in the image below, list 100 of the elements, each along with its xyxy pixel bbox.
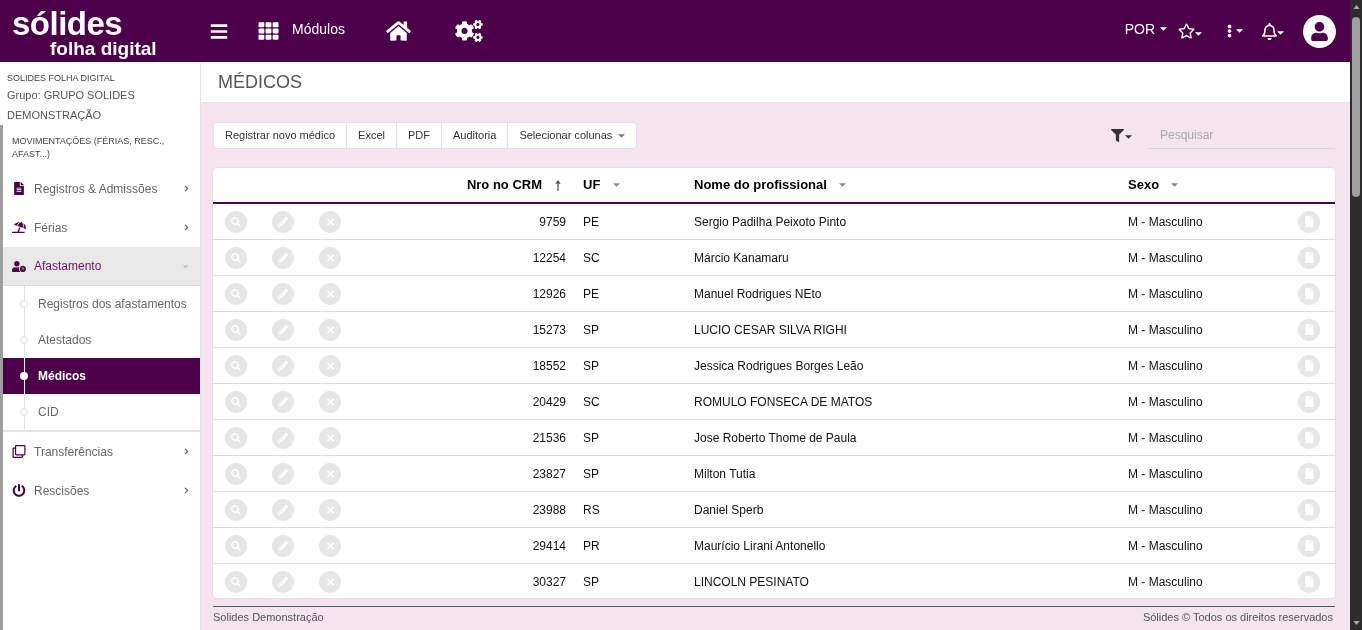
x-icon[interactable] — [319, 318, 341, 341]
pencil-icon[interactable] — [272, 390, 294, 413]
modules-link[interactable]: Módulos — [292, 18, 345, 40]
document-icon[interactable] — [1298, 282, 1320, 305]
x-icon[interactable] — [319, 462, 341, 485]
page-title: MÉDICOS — [218, 70, 302, 94]
caret-icon[interactable] — [1125, 135, 1132, 139]
tree-node-icon — [20, 300, 28, 308]
columns-dropdown[interactable]: Selecionar colunas — [507, 122, 638, 149]
scroll-up-icon[interactable] — [1352, 5, 1360, 9]
scrollbar[interactable] — [1350, 0, 1362, 630]
search-icon[interactable] — [225, 246, 247, 269]
pencil-icon[interactable] — [272, 570, 294, 593]
search-field[interactable]: Pesquisar — [1149, 122, 1335, 149]
document-icon[interactable] — [1298, 210, 1320, 233]
search-icon[interactable] — [225, 534, 247, 557]
x-icon[interactable] — [319, 246, 341, 269]
sidebar-subitem[interactable]: Atestados — [3, 322, 200, 358]
x-icon[interactable] — [319, 354, 341, 377]
search-icon[interactable] — [225, 390, 247, 413]
document-icon[interactable] — [1298, 426, 1320, 449]
document-icon[interactable] — [1298, 354, 1320, 377]
document-icon[interactable] — [1298, 498, 1320, 521]
table-cell-text: 20429 — [531, 393, 567, 411]
search-icon[interactable] — [225, 282, 247, 305]
search-icon[interactable] — [225, 426, 247, 449]
table-cell-text: M - Masculino — [1127, 537, 1204, 555]
table-cell-text: 9759 — [538, 213, 567, 231]
document-icon[interactable] — [1298, 462, 1320, 485]
x-icon[interactable] — [319, 498, 341, 521]
x-icon[interactable] — [319, 534, 341, 557]
column-header[interactable]: UF — [583, 175, 601, 195]
grid-icon[interactable] — [257, 21, 280, 41]
pencil-icon[interactable] — [272, 282, 294, 305]
table-cell-text: PE — [582, 213, 600, 231]
document-icon[interactable] — [1298, 246, 1320, 269]
chevron-right-icon — [184, 224, 189, 231]
sidebar-item[interactable]: Rescisões — [3, 471, 200, 510]
section-heading: MOVIMENTAÇÕES (FÉRIAS, RESC., AFAST...) — [11, 135, 166, 161]
search-icon[interactable] — [225, 498, 247, 521]
language-dropdown[interactable]: POR — [1124, 18, 1167, 40]
pencil-icon[interactable] — [272, 498, 294, 521]
search-icon[interactable] — [225, 210, 247, 233]
sidebar-item[interactable]: Transferências — [3, 432, 200, 471]
pencil-icon[interactable] — [272, 354, 294, 377]
search-icon[interactable] — [225, 318, 247, 341]
sidebar-subitem[interactable]: Registros dos afastamentos — [3, 286, 200, 322]
scroll-down-icon[interactable] — [1352, 621, 1360, 625]
sidebar-subitem[interactable]: CID — [3, 394, 200, 430]
toolbar-button[interactable]: Excel — [346, 122, 397, 149]
sidebar-item[interactable]: Registros & Admissões — [3, 169, 200, 208]
x-icon[interactable] — [319, 210, 341, 233]
toolbar-button[interactable]: Registrar novo médico — [213, 122, 348, 149]
notification-bell-icon[interactable] — [1262, 22, 1277, 40]
table-cell-text: 12254 — [531, 249, 567, 267]
caret-icon[interactable] — [1236, 29, 1243, 33]
menu-icon[interactable] — [208, 21, 230, 41]
toolbar-button[interactable]: PDF — [395, 122, 442, 149]
scrollbar-thumb[interactable] — [1352, 17, 1360, 197]
home-icon[interactable] — [385, 20, 411, 42]
document-icon[interactable] — [1298, 390, 1320, 413]
search-icon[interactable] — [225, 462, 247, 485]
sidebar-item[interactable]: Afastamento — [3, 247, 200, 286]
caret-icon[interactable] — [1195, 32, 1202, 36]
star-icon[interactable] — [1178, 23, 1195, 39]
x-icon[interactable] — [319, 570, 341, 593]
filter-icon[interactable] — [1111, 129, 1124, 142]
pencil-icon[interactable] — [272, 210, 294, 233]
settings-icon[interactable] — [454, 20, 483, 42]
group-name: Grupo: GRUPO SOLIDES DEMONSTRAÇÃO — [7, 88, 136, 123]
pencil-icon[interactable] — [272, 246, 294, 269]
toolbar-button[interactable]: Auditoria — [440, 122, 509, 149]
document-icon[interactable] — [1298, 570, 1320, 593]
pencil-icon[interactable] — [272, 534, 294, 557]
caret-icon[interactable] — [1277, 30, 1284, 35]
table-cell-text: Jessica Rodrigues Borges Leão — [693, 357, 865, 375]
sidebar-item[interactable]: Férias — [3, 208, 200, 247]
x-icon[interactable] — [319, 282, 341, 305]
avatar-icon[interactable] — [1303, 14, 1336, 48]
table-cell-text: Milton Tutia — [693, 465, 757, 483]
kebab-menu-icon[interactable] — [1227, 24, 1232, 38]
document-icon[interactable] — [1298, 318, 1320, 341]
document-icon[interactable] — [1298, 534, 1320, 557]
column-header[interactable]: Nro no CRM — [466, 175, 542, 195]
table-cell-text: M - Masculino — [1127, 501, 1204, 519]
caret-icon[interactable] — [1160, 27, 1167, 31]
column-header[interactable]: Sexo — [1128, 175, 1160, 195]
table-cell-text: M - Masculino — [1127, 573, 1204, 591]
pencil-icon[interactable] — [272, 426, 294, 449]
x-icon[interactable] — [319, 426, 341, 449]
table-cell-text: 18552 — [531, 357, 567, 375]
sort-ascending-icon[interactable] — [555, 179, 561, 191]
app-name: SOLIDES FOLHA DIGITAL — [7, 72, 116, 84]
column-header[interactable]: Nome do profissional — [694, 175, 827, 195]
sidebar-subitem[interactable]: Médicos — [3, 358, 200, 394]
pencil-icon[interactable] — [272, 462, 294, 485]
pencil-icon[interactable] — [272, 318, 294, 341]
search-icon[interactable] — [225, 354, 247, 377]
search-icon[interactable] — [225, 570, 247, 593]
x-icon[interactable] — [319, 390, 341, 413]
